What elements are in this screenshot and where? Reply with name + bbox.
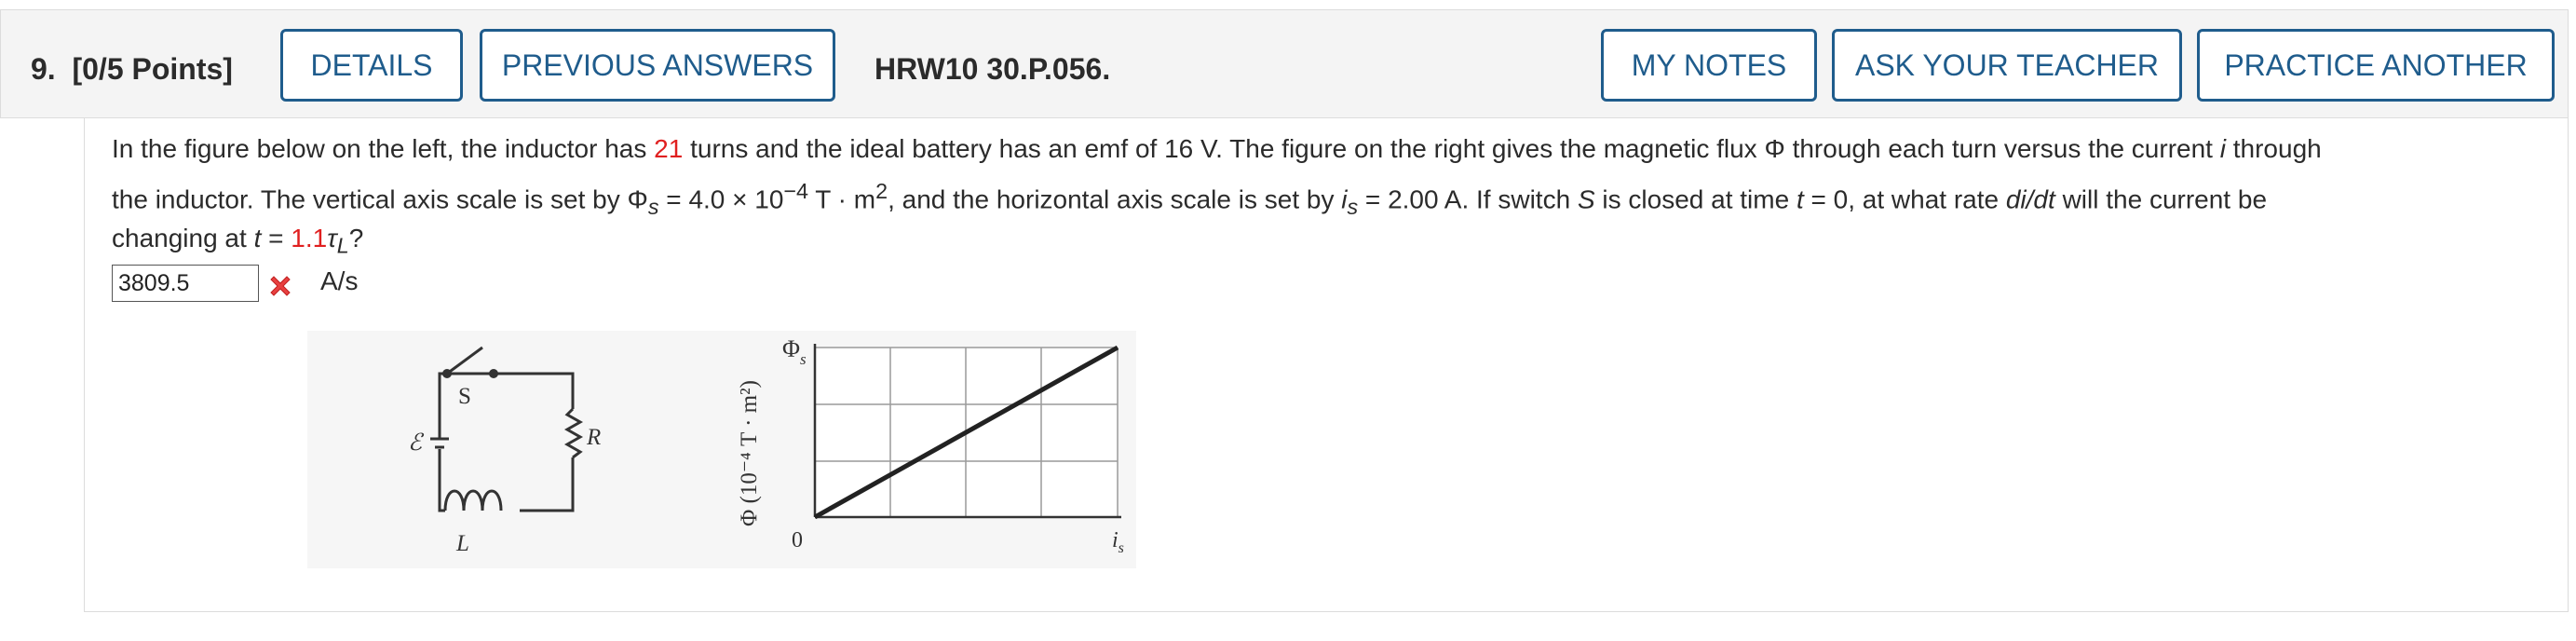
ask-your-teacher-button[interactable]: ASK YOUR TEACHER bbox=[1832, 29, 2182, 102]
problem-figure: S ℰ R L Φs Φ (10⁻⁴ T · m²) 0 is bbox=[307, 331, 1136, 568]
circuit-wire-top-left bbox=[438, 372, 517, 439]
turns-value: 21 bbox=[654, 134, 684, 163]
question-header: 9. [0/5 Points] DETAILS PREVIOUS ANSWERS… bbox=[0, 9, 2569, 118]
circuit-diagram bbox=[430, 346, 584, 512]
problem-line-1: In the figure below on the left, the ind… bbox=[112, 134, 2322, 163]
y-axis-label: Φ (10⁻⁴ T · m²) bbox=[737, 380, 762, 526]
switch-contact-right bbox=[489, 369, 498, 378]
switch-lever bbox=[446, 346, 483, 375]
points-label: [0/5 Points] bbox=[72, 52, 233, 86]
answer-input[interactable] bbox=[112, 265, 259, 302]
circuit-wire-right-bottom bbox=[520, 457, 575, 512]
incorrect-x-icon bbox=[270, 276, 291, 296]
x-scale-label: is bbox=[1112, 528, 1124, 556]
x-origin-label: 0 bbox=[792, 528, 803, 552]
circuit-wire-left-bottom bbox=[438, 449, 445, 512]
switch-contact-left bbox=[442, 369, 452, 378]
resistor-label: R bbox=[586, 425, 601, 450]
switch-label: S bbox=[458, 384, 471, 409]
inductor-label: L bbox=[455, 531, 469, 556]
details-button[interactable]: DETAILS bbox=[280, 29, 463, 102]
figure-svg: S ℰ R L Φs Φ (10⁻⁴ T · m²) 0 is bbox=[408, 335, 1124, 556]
resistor-symbol bbox=[563, 407, 584, 459]
answer-unit: A/s bbox=[320, 266, 359, 295]
practice-another-button[interactable]: PRACTICE ANOTHER bbox=[2197, 29, 2555, 102]
y-scale-label: Φs bbox=[782, 335, 807, 368]
previous-answers-button[interactable]: PREVIOUS ANSWERS bbox=[480, 29, 835, 102]
problem-line-2: the inductor. The vertical axis scale is… bbox=[112, 179, 2268, 219]
question-number: 9. bbox=[31, 52, 56, 86]
problem-line-3: changing at t = 1.1τL? bbox=[112, 224, 364, 258]
circuit-wire-top-right bbox=[498, 372, 575, 409]
question-points: 9. [0/5 Points] bbox=[31, 52, 233, 87]
inductor-coil bbox=[443, 489, 503, 511]
my-notes-button[interactable]: MY NOTES bbox=[1601, 29, 1817, 102]
problem-code: HRW10 30.P.056. bbox=[874, 52, 1111, 86]
flux-graph bbox=[813, 344, 1121, 520]
time-multiplier: 1.1 bbox=[291, 224, 328, 252]
emf-label: ℰ bbox=[408, 430, 425, 456]
